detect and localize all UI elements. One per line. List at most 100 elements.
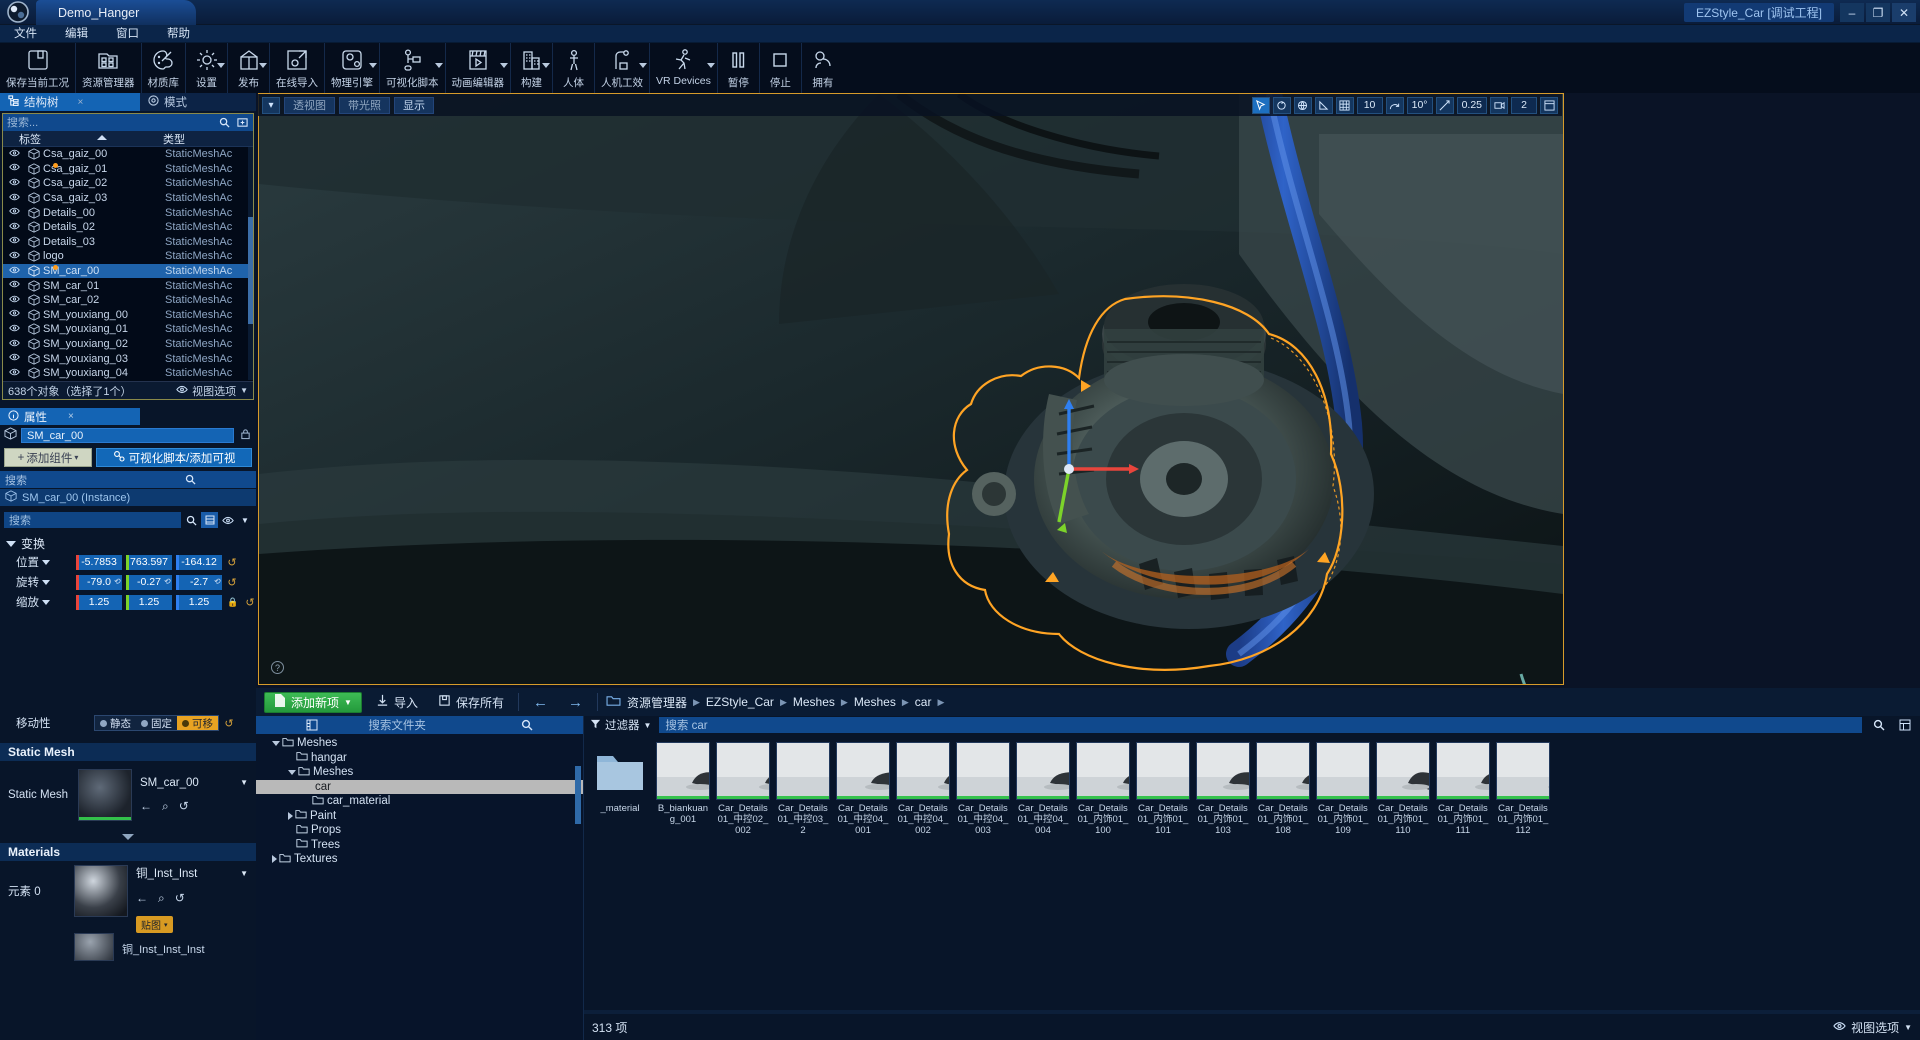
tree-search-input[interactable] xyxy=(7,116,213,129)
toolbar-stop[interactable]: 停止 xyxy=(760,43,802,93)
back-arrow-icon[interactable]: ← xyxy=(136,891,148,906)
viewport-menu-icon[interactable]: ▾ xyxy=(262,96,280,114)
table-row[interactable]: Csa_gaiz_02 StaticMeshAc xyxy=(3,176,253,191)
toolbar-asset-manager[interactable]: 资源管理器 xyxy=(76,43,142,93)
chevron-down-icon[interactable] xyxy=(500,63,508,68)
table-row[interactable]: logo StaticMeshAc xyxy=(3,249,253,264)
mobility-option[interactable]: 固定 xyxy=(136,716,177,730)
triangle-collapsed-icon[interactable] xyxy=(272,855,277,864)
transform-x-field[interactable]: 1.25 xyxy=(76,594,122,610)
menu-item-edit[interactable]: 编辑 xyxy=(51,25,102,43)
reset-icon[interactable]: ↺ xyxy=(175,891,185,906)
mobility-segmented-control[interactable]: 静态 固定 可移 xyxy=(94,715,219,731)
scale-lock-icon[interactable]: 🔒 xyxy=(226,597,240,608)
detail-search-input[interactable]: 搜索 xyxy=(4,512,181,528)
triangle-collapsed-icon[interactable] xyxy=(288,811,293,820)
asset-item[interactable]: Car_Details01_内饰01_100 xyxy=(1076,742,1130,1008)
visibility-toggle-icon[interactable] xyxy=(3,266,25,277)
view-options-label[interactable]: 视图选项 xyxy=(1851,1019,1899,1036)
browse-icon[interactable]: ⌕ xyxy=(158,891,165,906)
visibility-toggle-icon[interactable] xyxy=(3,368,25,379)
static-mesh-value[interactable]: SM_car_00 ▼ xyxy=(140,777,248,789)
transform-y-field[interactable]: -0.27 ⟲ xyxy=(126,574,172,590)
asset-item[interactable]: Car_Details01_内饰01_103 xyxy=(1196,742,1250,1008)
triangle-expanded-icon[interactable] xyxy=(272,740,280,746)
asset-item[interactable]: _material xyxy=(590,742,650,1008)
rotate-tool-icon[interactable] xyxy=(1272,96,1291,114)
chevron-down-icon[interactable] xyxy=(369,63,377,68)
asset-item[interactable]: Car_Details01_内饰01_111 xyxy=(1436,742,1490,1008)
collapse-handle[interactable] xyxy=(0,831,256,843)
asset-item[interactable]: Car_Details01_内饰01_108 xyxy=(1256,742,1310,1008)
transform-z-field[interactable]: 1.25 xyxy=(176,594,222,610)
chevron-down-icon[interactable]: ▼ xyxy=(240,386,248,395)
breadcrumb-item-1[interactable]: EZStyle_Car xyxy=(706,695,774,709)
transform-z-field[interactable]: -2.7 ⟲ xyxy=(176,574,222,590)
chevron-down-icon[interactable]: ▼ xyxy=(240,778,248,787)
tab-structure-tree[interactable]: 结构树 × xyxy=(0,93,140,111)
browse-icon[interactable]: ⌕ xyxy=(162,799,169,814)
scale-snap-icon[interactable] xyxy=(1435,96,1454,114)
asset-item[interactable]: Car_Details01_内饰01_110 xyxy=(1376,742,1430,1008)
tab-properties[interactable]: 属性 × xyxy=(0,408,140,425)
static-mesh-section-header[interactable]: Static Mesh xyxy=(0,743,256,761)
close-icon[interactable]: × xyxy=(68,411,74,422)
viewport-tab-show[interactable]: 显示 xyxy=(394,96,434,114)
tree-row-list[interactable]: Csa_gaiz_00 StaticMeshAc Csa_gaiz_01 Static… xyxy=(3,147,253,380)
help-icon[interactable]: ? xyxy=(271,661,284,674)
save-all-button[interactable]: 保存所有 xyxy=(432,692,510,713)
settings-icon[interactable] xyxy=(1896,719,1914,731)
menu-item-file[interactable]: 文件 xyxy=(0,25,51,43)
camera-speed-icon[interactable] xyxy=(1490,96,1508,114)
visibility-toggle-icon[interactable] xyxy=(3,236,25,247)
transform-z-field[interactable]: -164.12 xyxy=(176,554,222,570)
static-mesh-thumbnail[interactable] xyxy=(78,769,132,821)
viewport-tab-lit[interactable]: 带光照 xyxy=(339,96,390,114)
transform-section-header[interactable]: 变换 xyxy=(0,535,256,552)
material-value-2[interactable]: 铜_Inst_Inst_Inst xyxy=(122,933,248,963)
chevron-down-icon[interactable]: ▼ xyxy=(240,869,248,878)
mobility-option[interactable]: 静态 xyxy=(95,716,136,730)
component-instance-row[interactable]: SM_car_00 (Instance) xyxy=(0,489,256,506)
column-header-name[interactable]: 标签 xyxy=(3,131,163,147)
search-icon[interactable] xyxy=(131,473,252,487)
table-row[interactable]: SM_youxiang_02 StaticMeshAc xyxy=(3,337,253,352)
list-view-icon[interactable] xyxy=(261,718,363,732)
list-item[interactable]: Props xyxy=(256,823,583,838)
table-row[interactable]: Details_03 StaticMeshAc xyxy=(3,235,253,250)
list-item[interactable]: car xyxy=(256,779,583,794)
revert-icon[interactable]: ↺ xyxy=(226,576,238,589)
texture-badge[interactable]: 贴图 ▾ xyxy=(136,916,173,933)
column-header-type[interactable]: 类型 xyxy=(163,131,253,147)
asset-item[interactable]: Car_Details01_中控04_003 xyxy=(956,742,1010,1008)
material-thumbnail[interactable] xyxy=(74,865,128,917)
revert-icon[interactable]: ↺ xyxy=(223,717,235,730)
visibility-toggle-icon[interactable] xyxy=(3,193,25,204)
toolbar-vr-devices[interactable]: VR Devices xyxy=(650,43,718,93)
visibility-toggle-icon[interactable] xyxy=(3,149,25,160)
table-row[interactable]: Details_02 StaticMeshAc xyxy=(3,220,253,235)
asset-search-input[interactable]: 搜索 car xyxy=(659,717,1862,733)
visibility-toggle-icon[interactable] xyxy=(3,324,25,335)
folder-tree[interactable]: Meshes hangar Meshes car car_material Paint Pr… xyxy=(256,734,583,1040)
table-row[interactable]: SM_youxiang_00 StaticMeshAc xyxy=(3,308,253,323)
transform-y-field[interactable]: 763.597 xyxy=(126,554,172,570)
asset-item[interactable]: Car_Details01_内饰01_109 xyxy=(1316,742,1370,1008)
table-row[interactable]: SM_youxiang_01 StaticMeshAc xyxy=(3,322,253,337)
materials-section-header[interactable]: Materials xyxy=(0,843,256,861)
visibility-toggle-icon[interactable] xyxy=(3,280,25,291)
add-folder-icon[interactable] xyxy=(235,116,249,130)
close-button[interactable]: ✕ xyxy=(1892,3,1916,22)
object-name-field[interactable]: SM_car_00 xyxy=(21,428,234,443)
view-options-label[interactable]: 视图选项 xyxy=(192,383,236,399)
grid-snap-value[interactable]: 10 xyxy=(1356,96,1383,114)
toolbar-online-import[interactable]: 在线导入 xyxy=(270,43,325,93)
revert-icon[interactable]: ↺ xyxy=(244,596,256,609)
search-icon[interactable] xyxy=(217,116,231,130)
chevron-down-icon[interactable] xyxy=(706,63,715,68)
back-arrow-icon[interactable]: ← xyxy=(140,799,152,814)
asset-item[interactable]: Car_Details01_内饰01_101 xyxy=(1136,742,1190,1008)
transform-x-field[interactable]: -5.7853 xyxy=(76,554,122,570)
nav-forward-button[interactable]: → xyxy=(562,692,589,713)
list-item[interactable]: car_material xyxy=(256,794,583,809)
